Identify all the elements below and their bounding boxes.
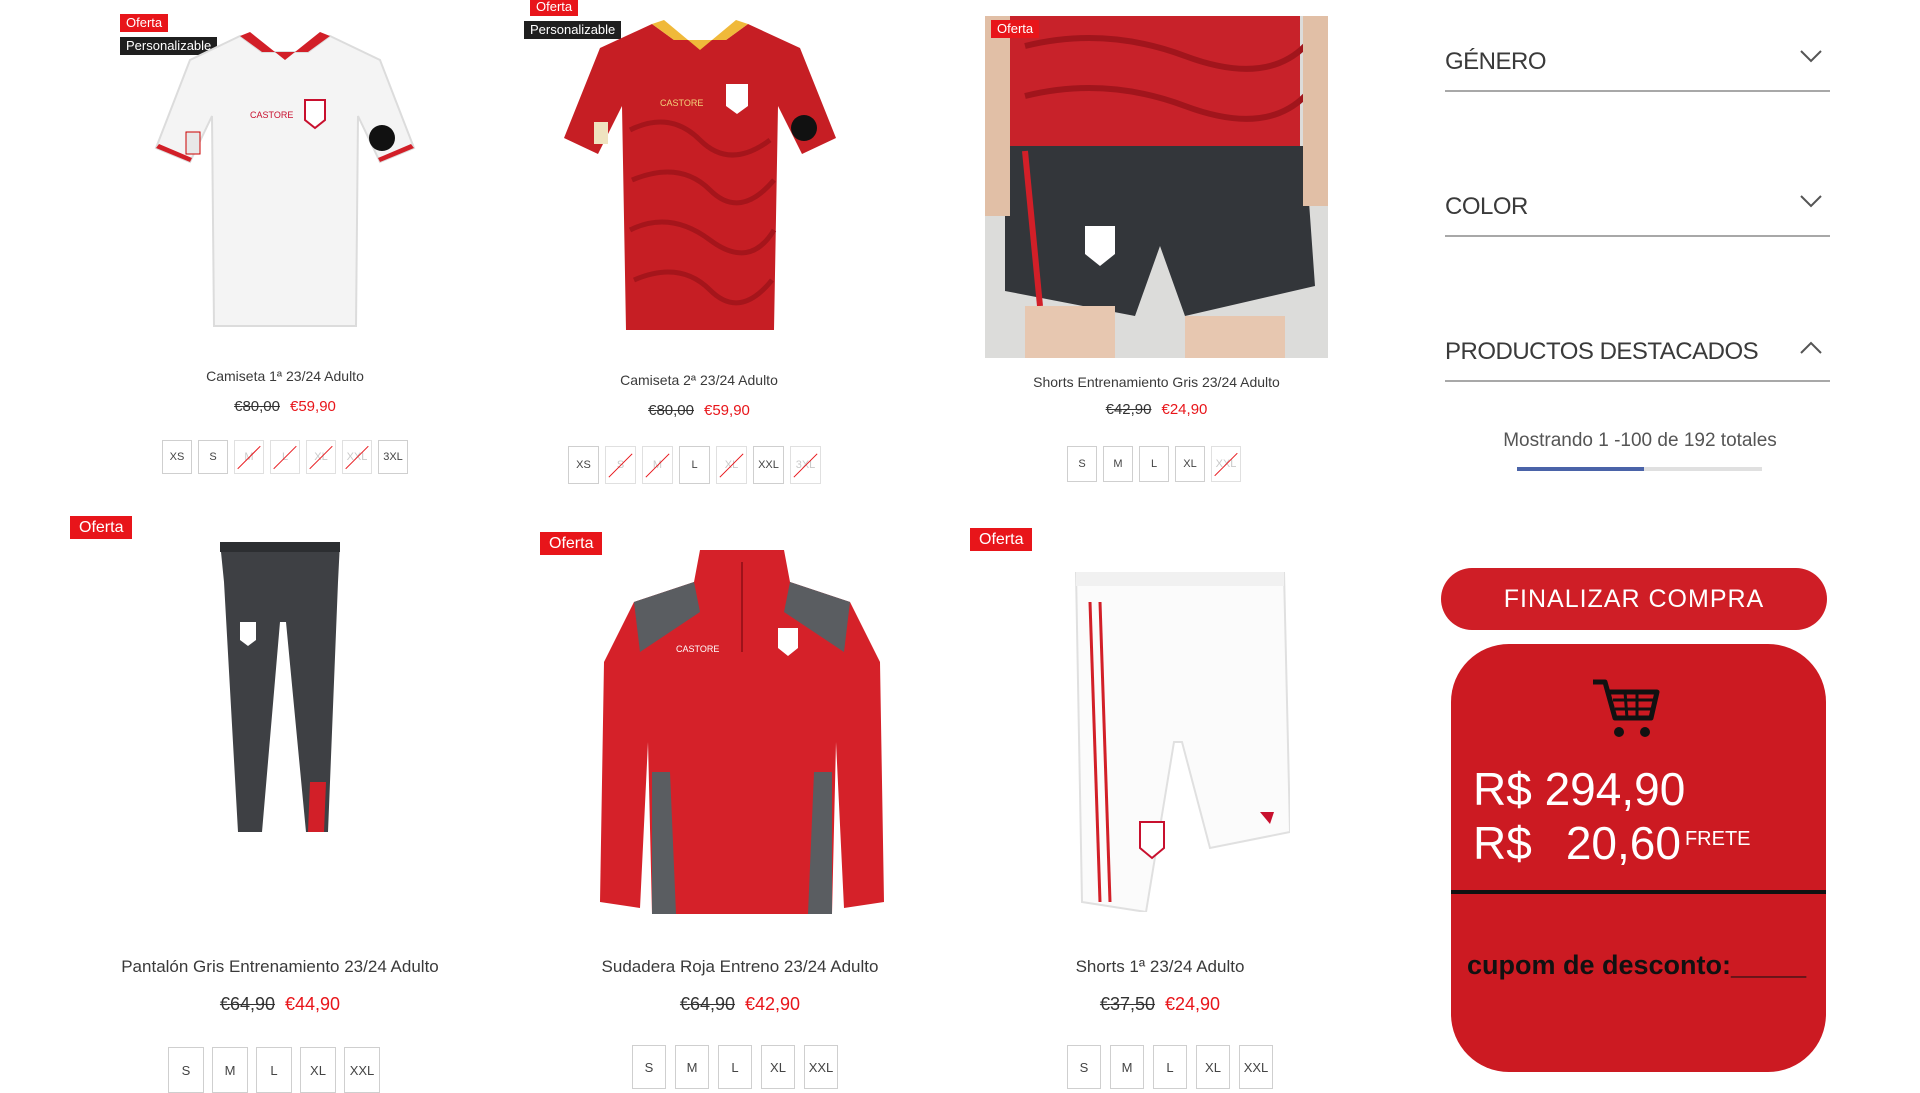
cart-divider bbox=[1451, 890, 1826, 894]
size-option-3xl[interactable]: 3XL bbox=[378, 440, 408, 474]
sale-price: €24,90 bbox=[1165, 994, 1221, 1014]
size-option-xl[interactable]: XL bbox=[761, 1045, 795, 1089]
size-option-xl[interactable]: XL bbox=[300, 1047, 336, 1093]
size-option-xxl[interactable]: XXL bbox=[1211, 446, 1241, 482]
filter-genero[interactable]: GÉNERO bbox=[1445, 40, 1830, 92]
offer-badge: Oferta bbox=[970, 528, 1033, 551]
size-option-xl[interactable]: XL bbox=[306, 440, 336, 474]
offer-badge: Oferta bbox=[991, 20, 1040, 38]
size-selector: S M L XL XXL bbox=[1067, 446, 1241, 482]
sale-price: €44,90 bbox=[285, 994, 341, 1014]
old-price: €80,00 bbox=[648, 402, 694, 419]
size-option-xxl[interactable]: XXL bbox=[753, 446, 784, 484]
offer-badge: Oferta bbox=[70, 516, 133, 539]
size-selector: XS S M L XL XXL 3XL bbox=[568, 446, 821, 484]
product-image[interactable] bbox=[210, 542, 350, 842]
size-option-m[interactable]: M bbox=[1110, 1045, 1144, 1089]
product-image[interactable] bbox=[985, 16, 1328, 358]
cart-total: R$ 294,90 bbox=[1473, 763, 1686, 815]
cart-summary: R$ 294,90 R$ 20,60 FRETE cupom de desconto… bbox=[1451, 644, 1826, 1072]
old-price: €37,50 bbox=[1099, 994, 1155, 1014]
shipping-label: FRETE bbox=[1684, 828, 1751, 850]
chevron-down-icon[interactable] bbox=[1800, 50, 1822, 64]
product-card[interactable]: Oferta Shorts Entrenamiento Gris 23/24 A… bbox=[985, 0, 1345, 490]
size-option-m[interactable]: M bbox=[212, 1047, 248, 1093]
size-option-3xl[interactable]: 3XL bbox=[790, 446, 821, 484]
product-name[interactable]: Camiseta 2ª 23/24 Adulto bbox=[524, 372, 874, 388]
size-option-s[interactable]: S bbox=[1067, 1045, 1101, 1089]
size-option-s[interactable]: S bbox=[632, 1045, 666, 1089]
filter-color[interactable]: COLOR bbox=[1445, 185, 1830, 237]
product-image[interactable]: CASTORE bbox=[150, 20, 420, 340]
product-image[interactable]: CASTORE bbox=[560, 10, 840, 340]
shipping-value: 20,60 bbox=[1565, 817, 1681, 869]
product-card[interactable]: Oferta CASTORE Sudadera Roja Entreno 23/… bbox=[540, 512, 940, 1089]
size-option-xxl[interactable]: XXL bbox=[342, 440, 372, 474]
size-option-l[interactable]: L bbox=[718, 1045, 752, 1089]
offer-badge: Oferta bbox=[540, 532, 603, 555]
pagination-info: Mostrando 1 -100 de 192 totales bbox=[1503, 430, 1777, 451]
checkout-button[interactable]: FINALIZAR COMPRA bbox=[1441, 568, 1827, 630]
size-option-s[interactable]: S bbox=[605, 446, 636, 484]
svg-text:CASTORE: CASTORE bbox=[250, 110, 293, 120]
size-option-m[interactable]: M bbox=[1103, 446, 1133, 482]
filter-label: COLOR bbox=[1445, 193, 1528, 220]
chevron-up-icon[interactable] bbox=[1800, 340, 1822, 354]
chevron-down-icon[interactable] bbox=[1800, 195, 1822, 209]
sale-price: €59,90 bbox=[704, 402, 750, 419]
size-selector: S M L XL XXL bbox=[168, 1047, 380, 1093]
product-name[interactable]: Sudadera Roja Entreno 23/24 Adulto bbox=[540, 957, 940, 977]
svg-text:CASTORE: CASTORE bbox=[676, 644, 719, 654]
product-name[interactable]: Pantalón Gris Entrenamiento 23/24 Adulto bbox=[70, 957, 490, 977]
size-selector: XS S M L XL XXL 3XL bbox=[162, 440, 408, 474]
sale-price: €42,90 bbox=[745, 994, 801, 1014]
size-option-l[interactable]: L bbox=[270, 440, 300, 474]
sale-price: €24,90 bbox=[1161, 401, 1208, 418]
size-option-l[interactable]: L bbox=[1139, 446, 1169, 482]
size-option-m[interactable]: M bbox=[675, 1045, 709, 1089]
product-name[interactable]: Shorts Entrenamiento Gris 23/24 Adulto bbox=[985, 374, 1328, 390]
size-option-m[interactable]: M bbox=[642, 446, 673, 484]
pagination-progress bbox=[1517, 467, 1762, 471]
size-option-xl[interactable]: XL bbox=[1175, 446, 1205, 482]
product-name[interactable]: Camiseta 1ª 23/24 Adulto bbox=[110, 368, 460, 384]
filter-productos-destacados[interactable]: PRODUCTOS DESTACADOS bbox=[1445, 330, 1830, 382]
old-price: €64,90 bbox=[219, 994, 275, 1014]
size-option-xxl[interactable]: XXL bbox=[344, 1047, 380, 1093]
shopping-cart-icon bbox=[1593, 679, 1660, 737]
product-card[interactable]: Oferta Pantalón Gris Entrenamiento 23/24… bbox=[70, 512, 490, 1093]
size-selector: S M L XL XXL bbox=[632, 1045, 838, 1089]
old-price: €64,90 bbox=[679, 994, 735, 1014]
product-image[interactable] bbox=[1070, 572, 1290, 912]
size-option-s[interactable]: S bbox=[198, 440, 228, 474]
filter-label: GÉNERO bbox=[1445, 48, 1547, 75]
size-selector: S M L XL XXL bbox=[1067, 1045, 1273, 1089]
size-option-xs[interactable]: XS bbox=[568, 446, 599, 484]
product-card[interactable]: Oferta Personalizable CASTORE Camiseta 2… bbox=[524, 0, 874, 490]
size-option-xxl[interactable]: XXL bbox=[1239, 1045, 1273, 1089]
svg-text:CASTORE: CASTORE bbox=[660, 98, 703, 108]
size-option-l[interactable]: L bbox=[679, 446, 710, 484]
size-option-m[interactable]: M bbox=[234, 440, 264, 474]
product-card[interactable]: Oferta Shorts 1ª 23/24 Adulto €37,50 €24,… bbox=[970, 512, 1350, 1089]
pagination-progress-fill bbox=[1517, 467, 1645, 471]
old-price: €42,90 bbox=[1105, 401, 1152, 418]
old-price: €80,00 bbox=[234, 398, 280, 415]
size-option-l[interactable]: L bbox=[256, 1047, 292, 1093]
size-option-xxl[interactable]: XXL bbox=[804, 1045, 838, 1089]
size-option-xl[interactable]: XL bbox=[716, 446, 747, 484]
shipping-currency: R$ bbox=[1473, 817, 1532, 869]
size-option-xs[interactable]: XS bbox=[162, 440, 192, 474]
product-image[interactable]: CASTORE bbox=[600, 542, 884, 922]
product-card[interactable]: Oferta Personalizable CASTORE Camiseta 1… bbox=[110, 0, 460, 490]
size-option-l[interactable]: L bbox=[1153, 1045, 1187, 1089]
filter-label: PRODUCTOS DESTACADOS bbox=[1445, 338, 1759, 365]
size-option-xl[interactable]: XL bbox=[1196, 1045, 1230, 1089]
sale-price: €59,90 bbox=[290, 398, 336, 415]
shipping-line: R$ 20,60 FRETE bbox=[1473, 816, 1751, 870]
coupon-label[interactable]: cupom de desconto:_____ bbox=[1467, 950, 1806, 981]
product-name[interactable]: Shorts 1ª 23/24 Adulto bbox=[970, 957, 1350, 977]
size-option-s[interactable]: S bbox=[168, 1047, 204, 1093]
size-option-s[interactable]: S bbox=[1067, 446, 1097, 482]
